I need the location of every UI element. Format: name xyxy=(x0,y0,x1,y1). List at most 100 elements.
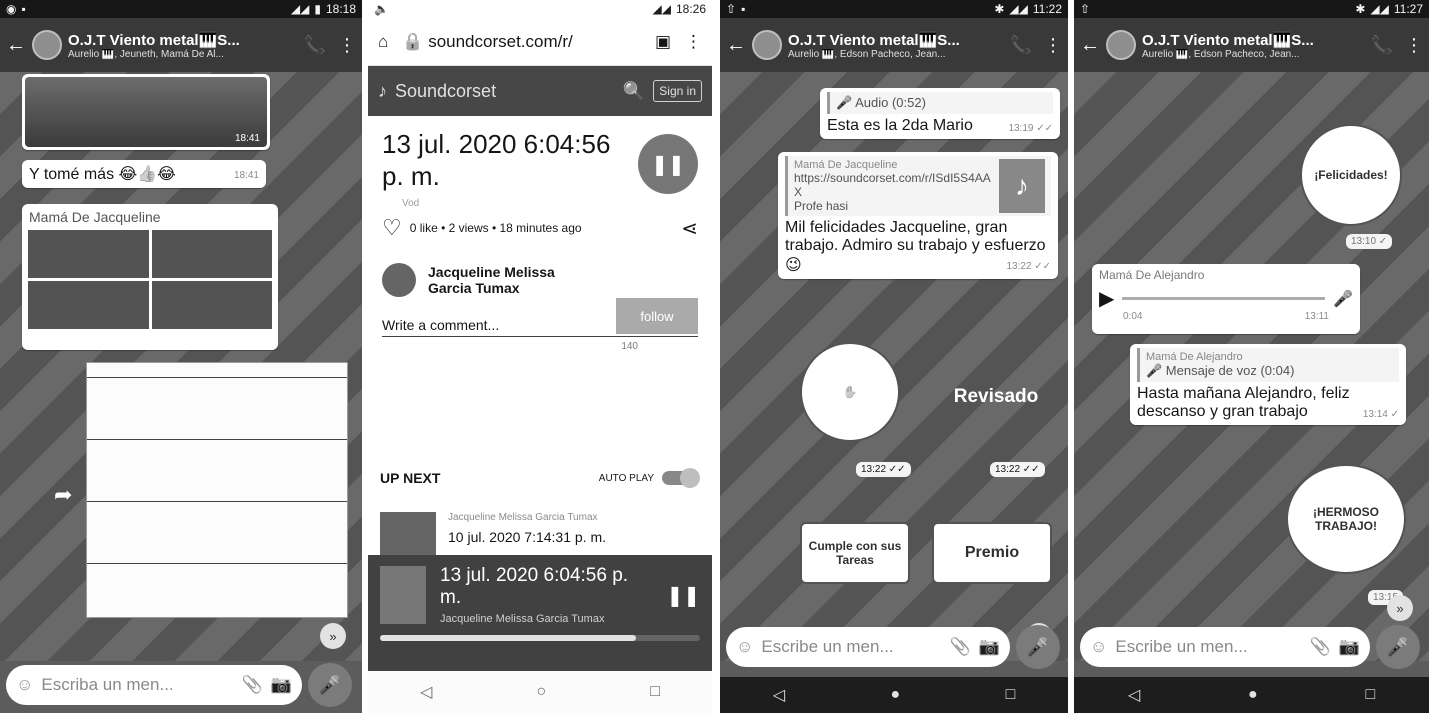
mic-button[interactable]: 🎤 xyxy=(308,663,352,707)
more-menu-icon[interactable]: ⋮ xyxy=(1044,35,1062,56)
nav-back-icon[interactable]: ◁ xyxy=(1128,685,1140,705)
pause-button[interactable]: ❚❚ xyxy=(638,134,698,194)
attach-icon[interactable]: 📎 xyxy=(1310,637,1331,657)
brand-logo[interactable]: Soundcorset xyxy=(395,81,615,102)
chat-title-block[interactable]: O.J.T Viento metal🎹S... Aurelio 🎹, Edson… xyxy=(1142,31,1359,60)
nav-recents-icon[interactable]: □ xyxy=(1006,686,1016,704)
quoted-voice[interactable]: Mamá De Alejandro 🎤 Mensaje de voz (0:04… xyxy=(1137,348,1399,382)
chat-title: O.J.T Viento metal🎹S... xyxy=(788,31,960,49)
voice-waveform[interactable] xyxy=(1122,297,1326,300)
comment-input[interactable]: Write a comment... xyxy=(382,317,499,333)
browser-menu-icon[interactable]: ⋮ xyxy=(685,32,702,52)
back-arrow-icon[interactable]: ← xyxy=(1080,34,1100,57)
mic-button[interactable]: 🎤 xyxy=(1376,625,1420,669)
lock-icon: 🔒 xyxy=(402,31,424,51)
add-call-icon[interactable]: 📞 xyxy=(1010,35,1032,56)
toggle-switch[interactable] xyxy=(662,468,700,488)
next-item[interactable]: Jacqueline Melissa Garcia Tumax 10 jul. … xyxy=(380,512,700,556)
attach-icon[interactable]: 📎 xyxy=(242,675,263,695)
progress-track[interactable] xyxy=(380,635,700,641)
scroll-down-icon[interactable]: » xyxy=(320,623,346,649)
message-time: 13:14 ✓ xyxy=(1362,409,1399,420)
nav-home-icon[interactable]: ● xyxy=(890,686,900,704)
follow-button[interactable]: follow xyxy=(616,298,698,334)
pause-icon: ❚❚ xyxy=(651,153,685,176)
photo-message[interactable]: 18:41 xyxy=(22,74,270,150)
text-message[interactable]: Y tomé más 😂👍😂 18:41 xyxy=(22,160,266,188)
message-input[interactable]: ☺ Escribe un men... 📎 📷 xyxy=(1080,627,1370,667)
sticker-tareas[interactable]: Cumple con sus Tareas xyxy=(800,522,910,584)
sheet-music-image[interactable] xyxy=(86,362,348,618)
share-icon[interactable]: ⋖ xyxy=(681,216,698,241)
add-call-icon[interactable]: 📞 xyxy=(304,35,326,56)
emoji-icon[interactable]: ☺ xyxy=(16,675,33,695)
message-time: 13:11 xyxy=(1304,311,1329,322)
reply-message[interactable]: Mamá De Alejandro 🎤 Mensaje de voz (0:04… xyxy=(1130,344,1406,425)
status-time: 11:27 xyxy=(1393,2,1423,16)
back-arrow-icon[interactable]: ← xyxy=(726,34,746,57)
reply-message-link[interactable]: Mamá De Jacqueline https://soundcorset.c… xyxy=(778,152,1058,279)
next-thumbnail[interactable] xyxy=(380,512,436,556)
quoted-link[interactable]: Mamá De Jacqueline https://soundcorset.c… xyxy=(785,156,1051,216)
back-arrow-icon[interactable]: ← xyxy=(6,34,26,57)
nav-back-icon[interactable]: ◁ xyxy=(773,685,785,705)
chat-area[interactable]: ¡Felicidades! 13:10 ✓ Mamá De Alejandro … xyxy=(1074,72,1429,661)
author-avatar[interactable] xyxy=(382,263,416,297)
group-avatar[interactable] xyxy=(752,30,782,60)
sticker-hand[interactable]: ✋ xyxy=(800,342,900,442)
sticker-felicidades[interactable]: ¡Felicidades! xyxy=(1300,124,1402,226)
camera-icon[interactable]: 📷 xyxy=(1339,637,1360,657)
group-avatar[interactable] xyxy=(1106,30,1136,60)
home-icon[interactable]: ⌂ xyxy=(378,32,388,52)
author-name[interactable]: Jacqueline Melissa Garcia Tumax xyxy=(428,264,578,296)
heart-icon[interactable]: ♡ xyxy=(382,215,402,241)
camera-icon[interactable]: 📷 xyxy=(979,637,1000,657)
nav-recents-icon[interactable]: □ xyxy=(1365,686,1375,704)
sticker-time: 13:10 ✓ xyxy=(1346,234,1393,249)
photo-thumbnail[interactable] xyxy=(25,77,267,147)
android-nav: ◁ ● □ xyxy=(1074,677,1429,713)
add-call-icon[interactable]: 📞 xyxy=(1371,35,1393,56)
mic-button[interactable]: 🎤 xyxy=(1016,625,1060,669)
play-icon[interactable]: ▶ xyxy=(1099,286,1114,311)
scroll-down-icon[interactable]: » xyxy=(1387,595,1413,621)
address-bar[interactable]: 🔒 soundcorset.com/r/ xyxy=(402,32,641,52)
tabs-icon[interactable]: ▣ xyxy=(655,32,671,52)
more-menu-icon[interactable]: ⋮ xyxy=(1405,35,1423,56)
sticker-premio[interactable]: Premio xyxy=(932,522,1052,584)
chat-title-block[interactable]: O.J.T Viento metal🎹S... Aurelio 🎹, Jeune… xyxy=(68,31,292,60)
chat-area[interactable]: 🎤 Audio (0:52) Esta es la 2da Mario 13:1… xyxy=(720,72,1068,661)
nav-recents-icon[interactable]: □ xyxy=(650,683,660,701)
group-avatar[interactable] xyxy=(32,30,62,60)
search-icon[interactable]: 🔍 xyxy=(623,81,645,102)
input-placeholder: Escribe un men... xyxy=(761,637,894,656)
browser-toolbar: ⌂ 🔒 soundcorset.com/r/ ▣ ⋮ xyxy=(368,18,712,66)
chat-area[interactable]: 18:41 Y tomé más 😂👍😂 18:41 Mamá De Jacqu… xyxy=(0,72,362,661)
emoji-icon[interactable]: ☺ xyxy=(736,637,753,657)
more-menu-icon[interactable]: ⋮ xyxy=(338,35,356,56)
message-input[interactable]: ☺ Escriba un men... 📎 📷 xyxy=(6,665,302,705)
chat-title-block[interactable]: O.J.T Viento metal🎹S... Aurelio 🎹, Edson… xyxy=(788,31,998,60)
chat-header: ← O.J.T Viento metal🎹S... Aurelio 🎹, Jeu… xyxy=(0,18,362,72)
chat-header: ← O.J.T Viento metal🎹S... Aurelio 🎹, Eds… xyxy=(720,18,1068,72)
camera-icon[interactable]: 📷 xyxy=(271,675,292,695)
reply-message[interactable]: 🎤 Audio (0:52) Esta es la 2da Mario 13:1… xyxy=(820,88,1060,139)
sticker-hermoso-trabajo[interactable]: ¡HERMOSO TRABAJO! xyxy=(1286,464,1406,574)
forward-icon[interactable]: ➦ xyxy=(54,482,72,508)
sign-in-button[interactable]: Sign in xyxy=(653,80,702,102)
sticker-revisado[interactable]: Revisado xyxy=(938,342,1054,452)
image-notif-icon: ▪ xyxy=(21,2,26,16)
voice-message[interactable]: Mamá De Alejandro ▶ 🎤 0:04 13:11 xyxy=(1092,264,1360,334)
attach-icon[interactable]: 📎 xyxy=(950,637,971,657)
autoplay-toggle[interactable]: AUTO PLAY xyxy=(599,468,700,488)
nav-back-icon[interactable]: ◁ xyxy=(420,682,432,702)
video-call-photo[interactable] xyxy=(25,227,275,332)
image-notif-icon: ▪ xyxy=(741,2,746,16)
nav-home-icon[interactable]: ● xyxy=(1248,686,1258,704)
message-input[interactable]: ☺ Escribe un men... 📎 📷 xyxy=(726,627,1010,667)
emoji-icon[interactable]: ☺ xyxy=(1090,637,1107,657)
player-thumbnail[interactable] xyxy=(380,566,426,624)
photo-grid-message[interactable]: Mamá De Jacqueline 18:41 xyxy=(22,204,278,350)
nav-home-icon[interactable]: ○ xyxy=(536,683,546,701)
mini-pause-icon[interactable]: ❚❚ xyxy=(666,583,700,608)
